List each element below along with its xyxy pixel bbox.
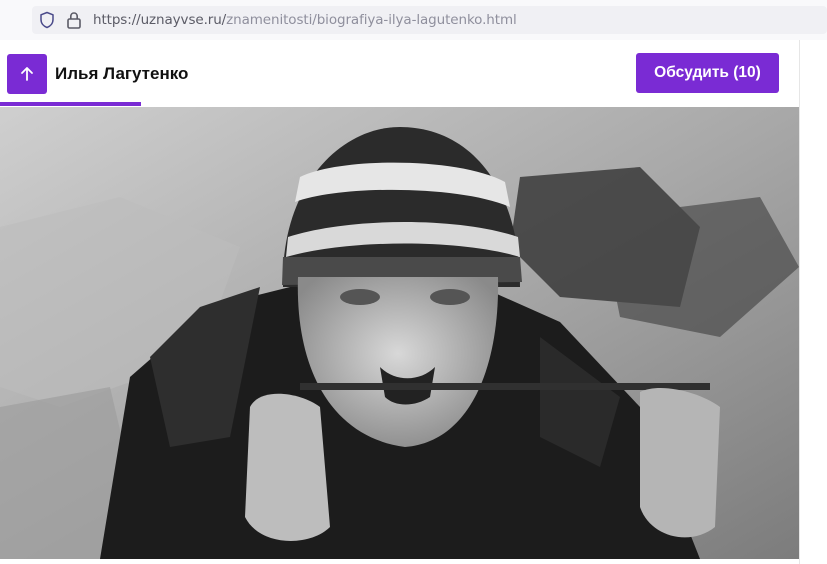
lock-icon[interactable] [66, 11, 82, 29]
article-photo [0, 107, 799, 559]
reading-progress-fill [0, 102, 141, 106]
url-path: znamenitosti/biografiya-ilya-lagutenko.h… [226, 12, 517, 28]
page-scrollbar[interactable] [799, 40, 827, 564]
reading-progress-bar [0, 102, 799, 106]
shield-icon[interactable] [38, 11, 56, 29]
discuss-button[interactable]: Обсудить (10) [636, 53, 779, 93]
browser-toolbar: https://uznayvse.ru/znamenitosti/biograf… [0, 0, 827, 40]
photo-image [0, 107, 799, 559]
arrow-up-icon [21, 67, 33, 81]
content-bottom [0, 559, 799, 564]
article-sticky-header: Илья Лагутенко Обсудить (10) [0, 40, 799, 107]
url-host: https://uznayvse.ru/ [93, 12, 227, 28]
page-title: Илья Лагутенко [55, 64, 189, 83]
scroll-to-top-button[interactable] [7, 54, 47, 94]
url-text[interactable]: https://uznayvse.ru/znamenitosti/biograf… [93, 12, 517, 28]
